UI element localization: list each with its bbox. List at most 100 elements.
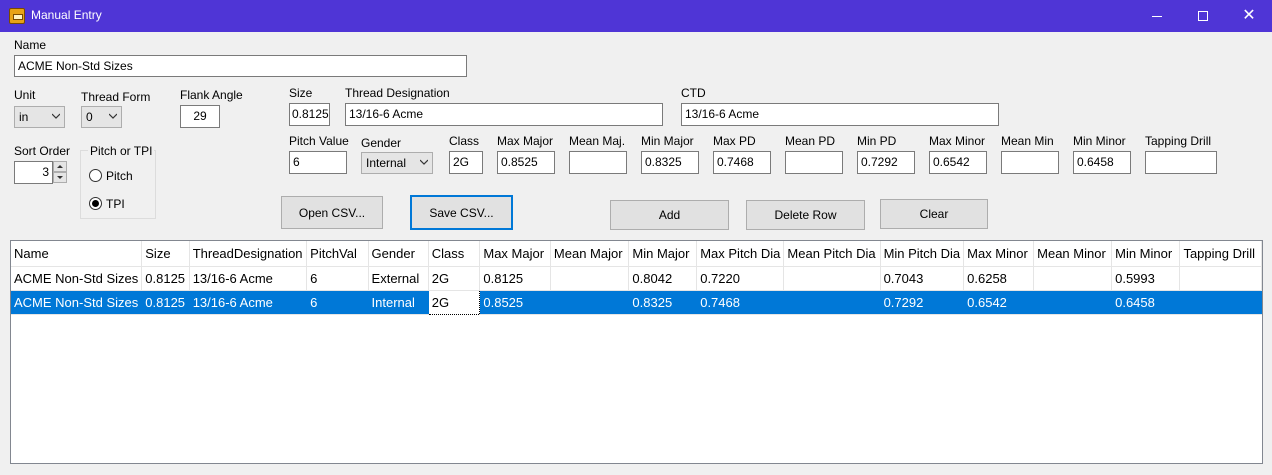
grid-header-row: Name Size ThreadDesignation PitchVal Gender C… (11, 241, 1262, 267)
max-pd-input[interactable]: 0.7468 (713, 151, 771, 174)
unit-select-value: in (19, 110, 29, 124)
table-cell[interactable]: 0.8125 (141, 290, 190, 315)
minimize-button[interactable] (1134, 0, 1180, 32)
column-header[interactable]: Min Minor (1111, 241, 1181, 267)
name-label: Name (14, 38, 47, 52)
triangle-up-icon (57, 165, 63, 168)
table-cell[interactable]: 0.7468 (696, 290, 785, 315)
table-cell[interactable]: 0.7043 (880, 266, 965, 291)
table-cell[interactable]: External (368, 266, 429, 291)
table-cell[interactable] (1033, 290, 1113, 315)
table-cell[interactable]: 2G (427, 289, 481, 315)
table-cell[interactable]: 6 (306, 290, 369, 315)
column-header[interactable]: Name (11, 241, 143, 267)
table-cell[interactable]: ACME Non-Std Sizes (11, 290, 143, 315)
flank-angle-input[interactable]: 29 (180, 105, 220, 128)
table-cell[interactable] (783, 290, 881, 315)
table-cell[interactable]: 13/16-6 Acme (189, 290, 308, 315)
column-header[interactable]: Size (141, 241, 190, 267)
save-csv-button[interactable]: Save CSV... (410, 195, 513, 230)
min-pd-label: Min PD (857, 134, 897, 148)
tpi-radio[interactable] (89, 197, 102, 210)
mean-pd-input[interactable] (785, 151, 843, 174)
chevron-down-icon (420, 159, 428, 165)
max-major-input[interactable]: 0.8525 (497, 151, 555, 174)
column-header[interactable]: PitchVal (306, 241, 369, 267)
table-cell[interactable]: ACME Non-Std Sizes (11, 266, 143, 291)
column-header[interactable]: Mean Minor (1033, 241, 1113, 267)
table-row[interactable]: ACME Non-Std Sizes 0.8125 13/16-6 Acme 6 Ext… (11, 266, 1262, 291)
thread-form-select[interactable]: 0 (81, 106, 122, 128)
table-cell[interactable]: 0.6542 (963, 290, 1035, 315)
column-header[interactable]: Gender (368, 241, 429, 267)
window-title: Manual Entry (31, 8, 102, 22)
pitch-radio-label: Pitch (106, 169, 133, 183)
table-cell[interactable]: 0.8525 (479, 290, 551, 315)
chevron-down-icon (52, 113, 60, 119)
table-cell[interactable]: Internal (368, 290, 429, 315)
table-cell[interactable]: 0.6458 (1111, 290, 1181, 315)
column-header[interactable]: Mean Major (550, 241, 630, 267)
class-input[interactable]: 2G (449, 151, 483, 174)
table-cell[interactable]: 0.6258 (963, 266, 1035, 291)
thread-form-select-value: 0 (86, 110, 93, 124)
sort-order-down-button[interactable] (53, 172, 67, 183)
size-input[interactable]: 0.8125 (289, 103, 330, 126)
column-header[interactable]: Min Major (628, 241, 698, 267)
gender-select[interactable]: Internal (361, 152, 433, 174)
table-cell[interactable]: 0.8325 (628, 290, 698, 315)
table-cell[interactable] (550, 290, 630, 315)
min-major-label: Min Major (641, 134, 694, 148)
thread-designation-input[interactable]: 13/16-6 Acme (345, 103, 663, 126)
min-pd-input[interactable]: 0.7292 (857, 151, 915, 174)
close-icon: ✕ (1242, 7, 1256, 24)
pitch-value-input[interactable]: 6 (289, 151, 347, 174)
column-header[interactable]: Tapping Drill (1179, 241, 1262, 267)
table-cell[interactable]: 0.8125 (479, 266, 551, 291)
mean-pd-label: Mean PD (785, 134, 836, 148)
name-input[interactable]: ACME Non-Std Sizes (14, 55, 467, 77)
add-button[interactable]: Add (610, 200, 729, 230)
table-cell[interactable]: 2G (428, 266, 481, 291)
sort-order-input[interactable]: 3 (14, 161, 53, 184)
sort-order-label: Sort Order (14, 144, 71, 158)
column-header[interactable]: Max Pitch Dia (696, 241, 785, 267)
min-major-input[interactable]: 0.8325 (641, 151, 699, 174)
delete-row-button[interactable]: Delete Row (746, 200, 865, 230)
column-header[interactable]: Max Minor (963, 241, 1035, 267)
pitch-radio[interactable] (89, 169, 102, 182)
table-cell[interactable]: 6 (306, 266, 369, 291)
clear-button[interactable]: Clear (880, 199, 988, 229)
column-header[interactable]: Max Major (479, 241, 551, 267)
table-cell[interactable] (1033, 266, 1113, 291)
table-cell[interactable]: 0.5993 (1111, 266, 1181, 291)
mean-min-input[interactable] (1001, 151, 1059, 174)
unit-select[interactable]: in (14, 106, 65, 128)
table-cell[interactable]: 0.8042 (628, 266, 698, 291)
maximize-button[interactable] (1180, 0, 1226, 32)
tapping-drill-input[interactable] (1145, 151, 1217, 174)
entries-table: Name Size ThreadDesignation PitchVal Gender C… (11, 241, 1262, 315)
column-header[interactable]: Class (428, 241, 481, 267)
table-cell[interactable] (1179, 290, 1262, 315)
min-minor-input[interactable]: 0.6458 (1073, 151, 1131, 174)
column-header[interactable]: ThreadDesignation (189, 241, 308, 267)
close-button[interactable]: ✕ (1226, 0, 1272, 32)
sort-order-up-button[interactable] (53, 161, 67, 172)
table-cell[interactable]: 0.8125 (141, 266, 190, 291)
table-row[interactable]: ACME Non-Std Sizes 0.8125 13/16-6 Acme 6 Int… (11, 289, 1262, 315)
entries-grid[interactable]: Name Size ThreadDesignation PitchVal Gender C… (10, 240, 1263, 464)
column-header[interactable]: Mean Pitch Dia (783, 241, 881, 267)
column-header[interactable]: Min Pitch Dia (880, 241, 965, 267)
open-csv-button[interactable]: Open CSV... (281, 196, 383, 229)
table-cell[interactable]: 13/16-6 Acme (189, 266, 308, 291)
max-minor-input[interactable]: 0.6542 (929, 151, 987, 174)
ctd-input[interactable]: 13/16-6 Acme (681, 103, 999, 126)
table-cell[interactable]: 0.7220 (696, 266, 785, 291)
table-cell[interactable] (1179, 266, 1262, 291)
maximize-icon (1198, 11, 1208, 21)
table-cell[interactable] (783, 266, 881, 291)
table-cell[interactable]: 0.7292 (880, 290, 965, 315)
table-cell[interactable] (550, 266, 630, 291)
mean-major-input[interactable] (569, 151, 627, 174)
